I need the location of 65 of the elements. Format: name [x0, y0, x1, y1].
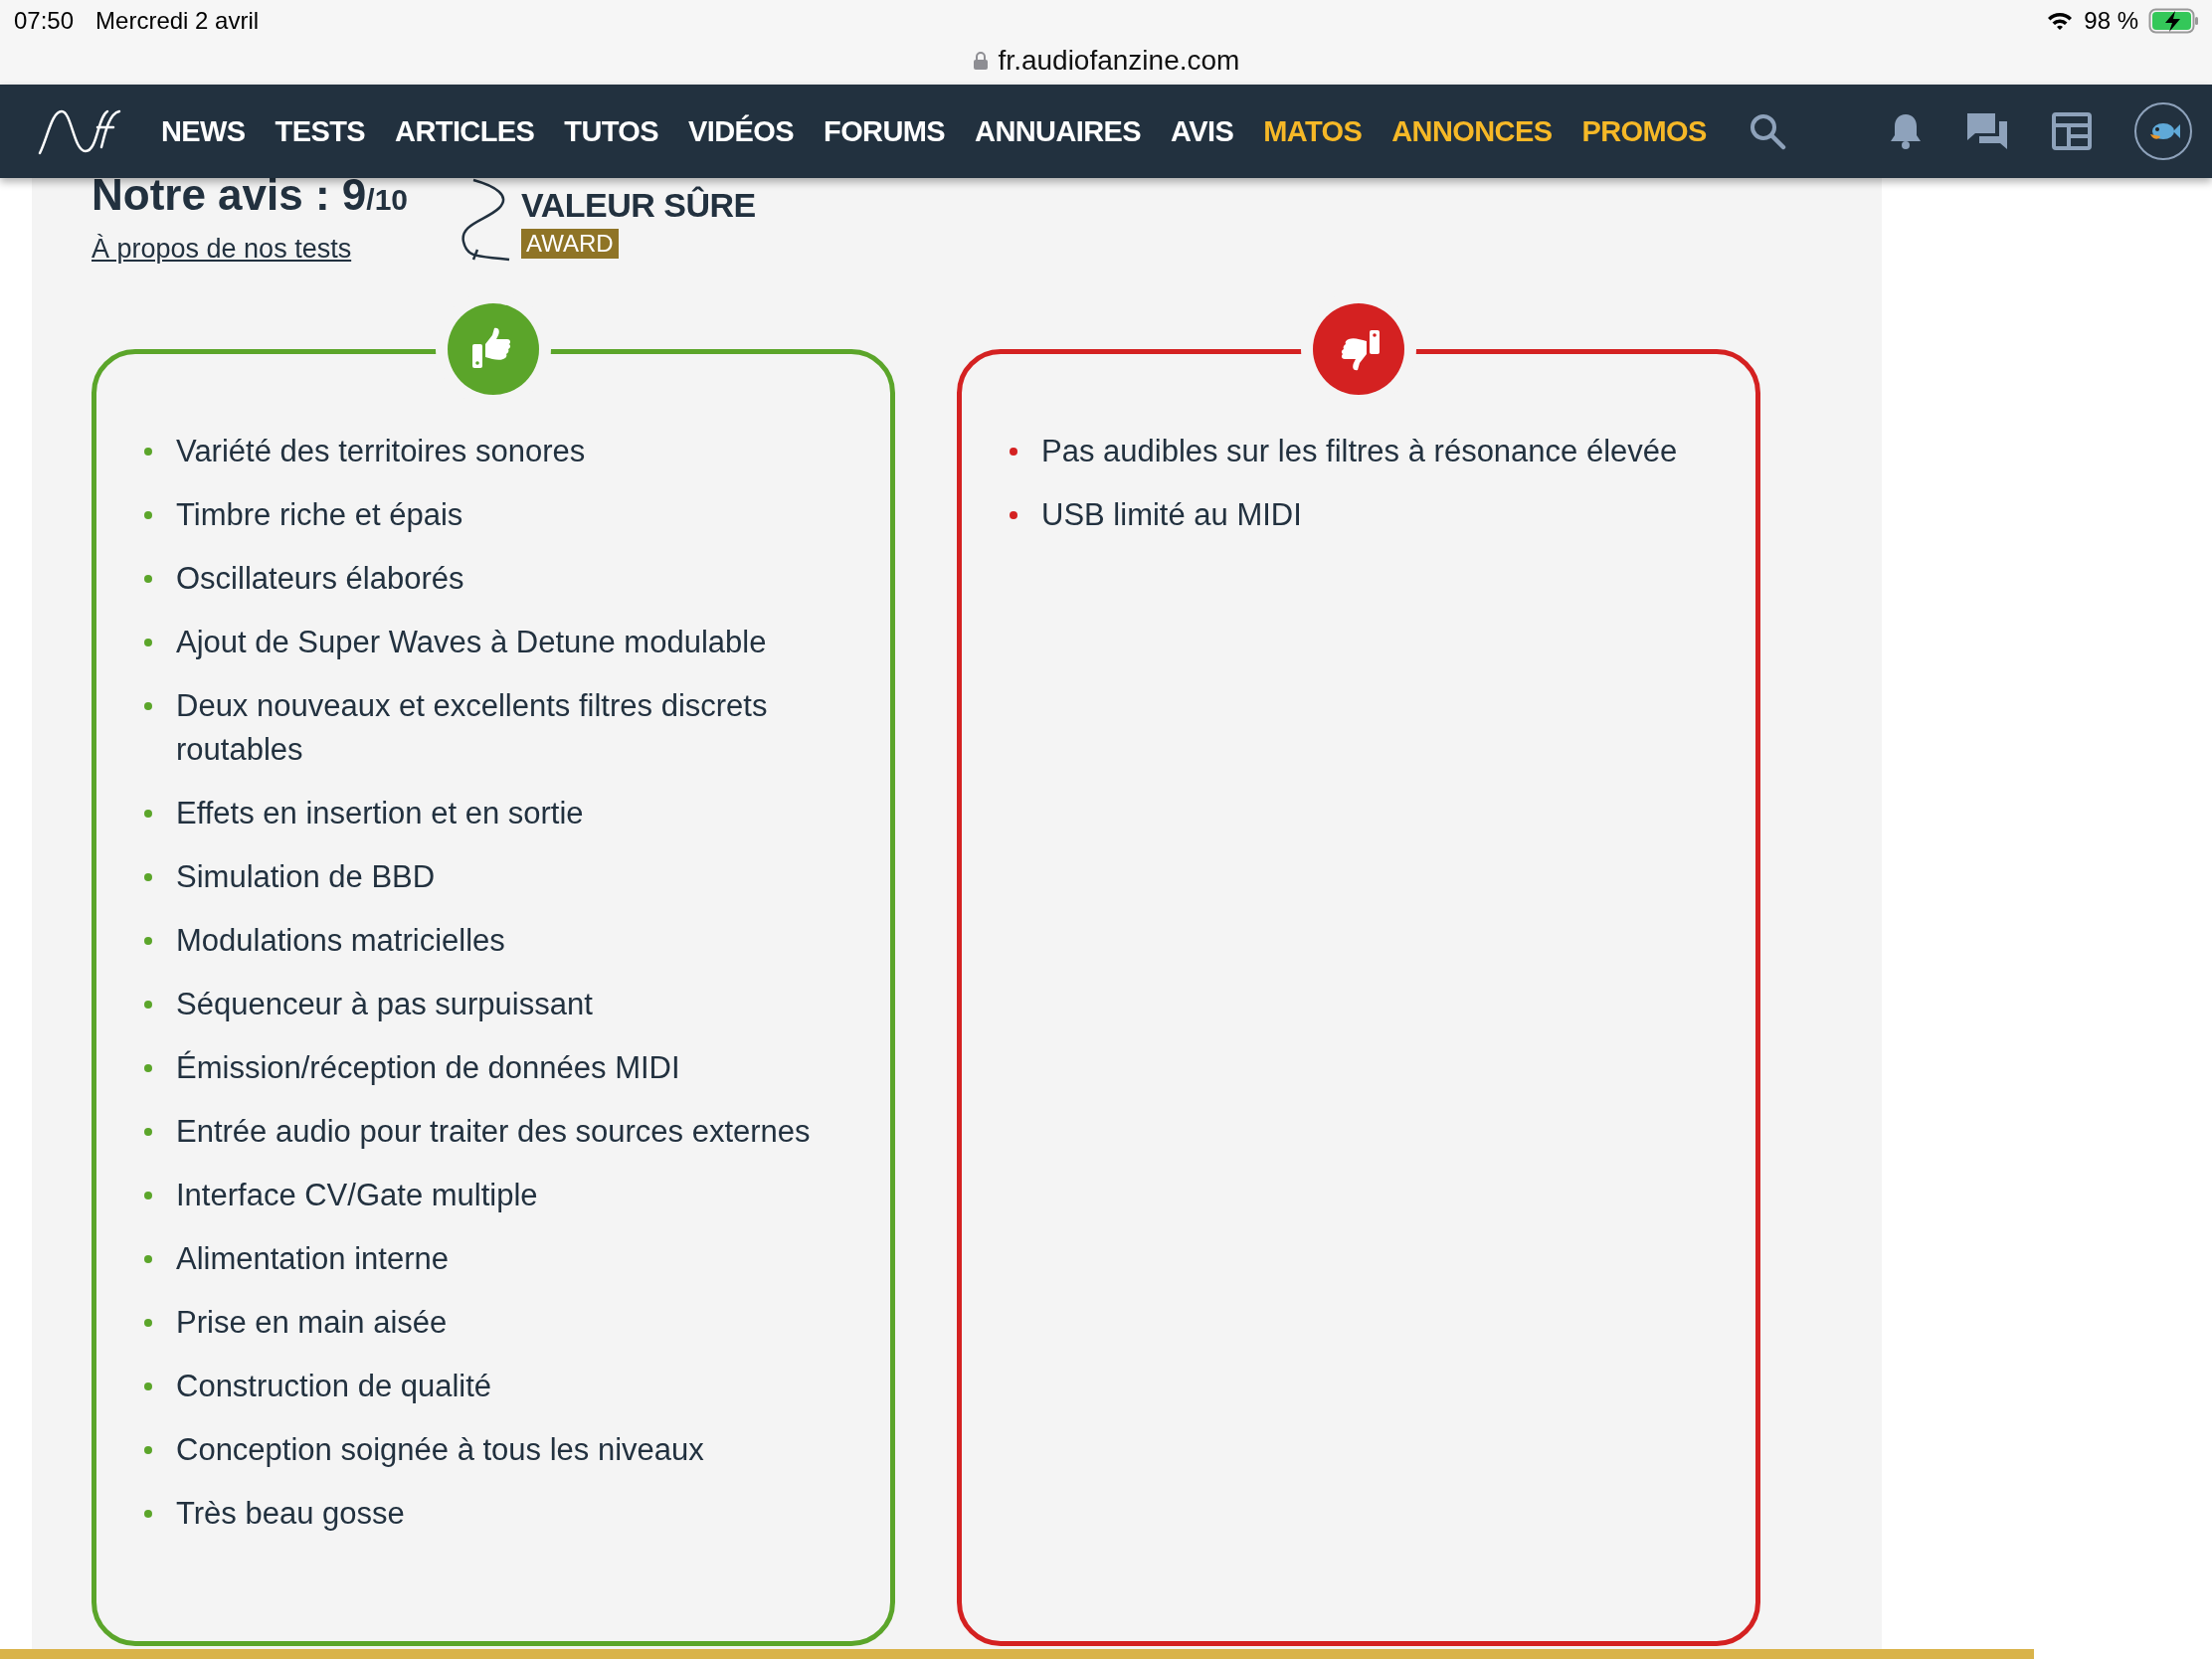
list-item-text: Variété des territoires sonores: [176, 433, 586, 470]
bullet-icon: [144, 1001, 152, 1009]
list-item-text: Séquenceur à pas surpuissant: [176, 986, 593, 1023]
list-item-text: Deux nouveaux et excellents filtres discrets routables: [176, 687, 769, 769]
chat-bubbles-icon[interactable]: [1965, 111, 2009, 151]
bullet-icon: [144, 702, 152, 710]
list-item-text: Modulations matricielles: [176, 922, 505, 960]
list-item-text: Très beau gosse: [176, 1495, 405, 1533]
nav-link[interactable]: FORUMS: [824, 114, 946, 148]
bullet-icon: [144, 810, 152, 818]
bullet-icon: [144, 639, 152, 646]
bullet-icon: [1010, 448, 1017, 456]
status-time: 07:50: [14, 6, 75, 35]
list-item-text: Prise en main aisée: [176, 1304, 448, 1342]
user-avatar[interactable]: [2134, 102, 2192, 160]
nav-link[interactable]: ANNONCES: [1391, 114, 1553, 148]
lock-icon: [972, 51, 989, 72]
nav-link[interactable]: MATOS: [1263, 114, 1363, 148]
about-tests-link[interactable]: À propos de nos tests: [92, 234, 409, 265]
list-item-text: Pas audibles sur les filtres à résonance élevée: [1041, 433, 1678, 470]
site-logo-icon[interactable]: [38, 107, 121, 155]
bullet-icon: [144, 1446, 152, 1454]
bullet-icon: [144, 448, 152, 456]
search-icon[interactable]: [1748, 112, 1786, 150]
list-item-text: Oscillateurs élaborés: [176, 560, 464, 598]
nav-link[interactable]: AVIS: [1171, 114, 1234, 148]
review-score: Notre avis : 9/10: [92, 170, 409, 220]
list-item-text: Ajout de Super Waves à Detune modulable: [176, 624, 767, 661]
bullet-icon: [144, 1192, 152, 1199]
nav-link[interactable]: VIDÉOS: [688, 114, 795, 148]
nav-link[interactable]: TESTS: [275, 114, 366, 148]
list-item-text: Conception soignée à tous les niveaux: [176, 1431, 704, 1469]
award-tag: AWARD: [521, 229, 619, 259]
battery-percentage: 98 %: [2084, 6, 2138, 35]
nav-link[interactable]: NEWS: [161, 114, 246, 148]
status-date: Mercredi 2 avril: [95, 6, 260, 35]
nav-link[interactable]: ARTICLES: [395, 114, 535, 148]
battery-charging-icon: [2148, 7, 2200, 34]
nav-link[interactable]: PROMOS: [1581, 114, 1707, 148]
nav-link[interactable]: TUTOS: [564, 114, 659, 148]
list-item-text: Construction de qualité: [176, 1368, 492, 1405]
address-bar-url[interactable]: fr.audiofanzine.com: [998, 45, 1240, 78]
list-item-text: Simulation de BBD: [176, 858, 436, 896]
bullet-icon: [144, 1319, 152, 1327]
list-item-text: USB limité au MIDI: [1041, 496, 1302, 534]
notification-bell-icon[interactable]: [1888, 111, 1924, 151]
list-item-text: Effets en insertion et en sortie: [176, 795, 584, 832]
list-item-text: Interface CV/Gate multiple: [176, 1177, 538, 1214]
nav-link[interactable]: ANNUAIRES: [975, 114, 1142, 148]
bullet-icon: [144, 511, 152, 519]
bullet-icon: [144, 1064, 152, 1072]
list-item-text: Entrée audio pour traiter des sources externes: [176, 1113, 811, 1151]
award-title: VALEUR SÛRE: [521, 186, 756, 225]
bullet-icon: [1010, 511, 1017, 519]
calendar-grid-icon[interactable]: [2051, 111, 2093, 151]
bullet-icon: [144, 1510, 152, 1518]
bullet-icon: [144, 575, 152, 583]
bullet-icon: [144, 937, 152, 945]
list-item-text: Timbre riche et épais: [176, 496, 463, 534]
bullet-icon: [144, 1382, 152, 1390]
bullet-icon: [144, 873, 152, 881]
list-item-text: Émission/réception de données MIDI: [176, 1049, 680, 1087]
bullet-icon: [144, 1128, 152, 1136]
list-item-text: Alimentation interne: [176, 1240, 449, 1278]
bullet-icon: [144, 1255, 152, 1263]
